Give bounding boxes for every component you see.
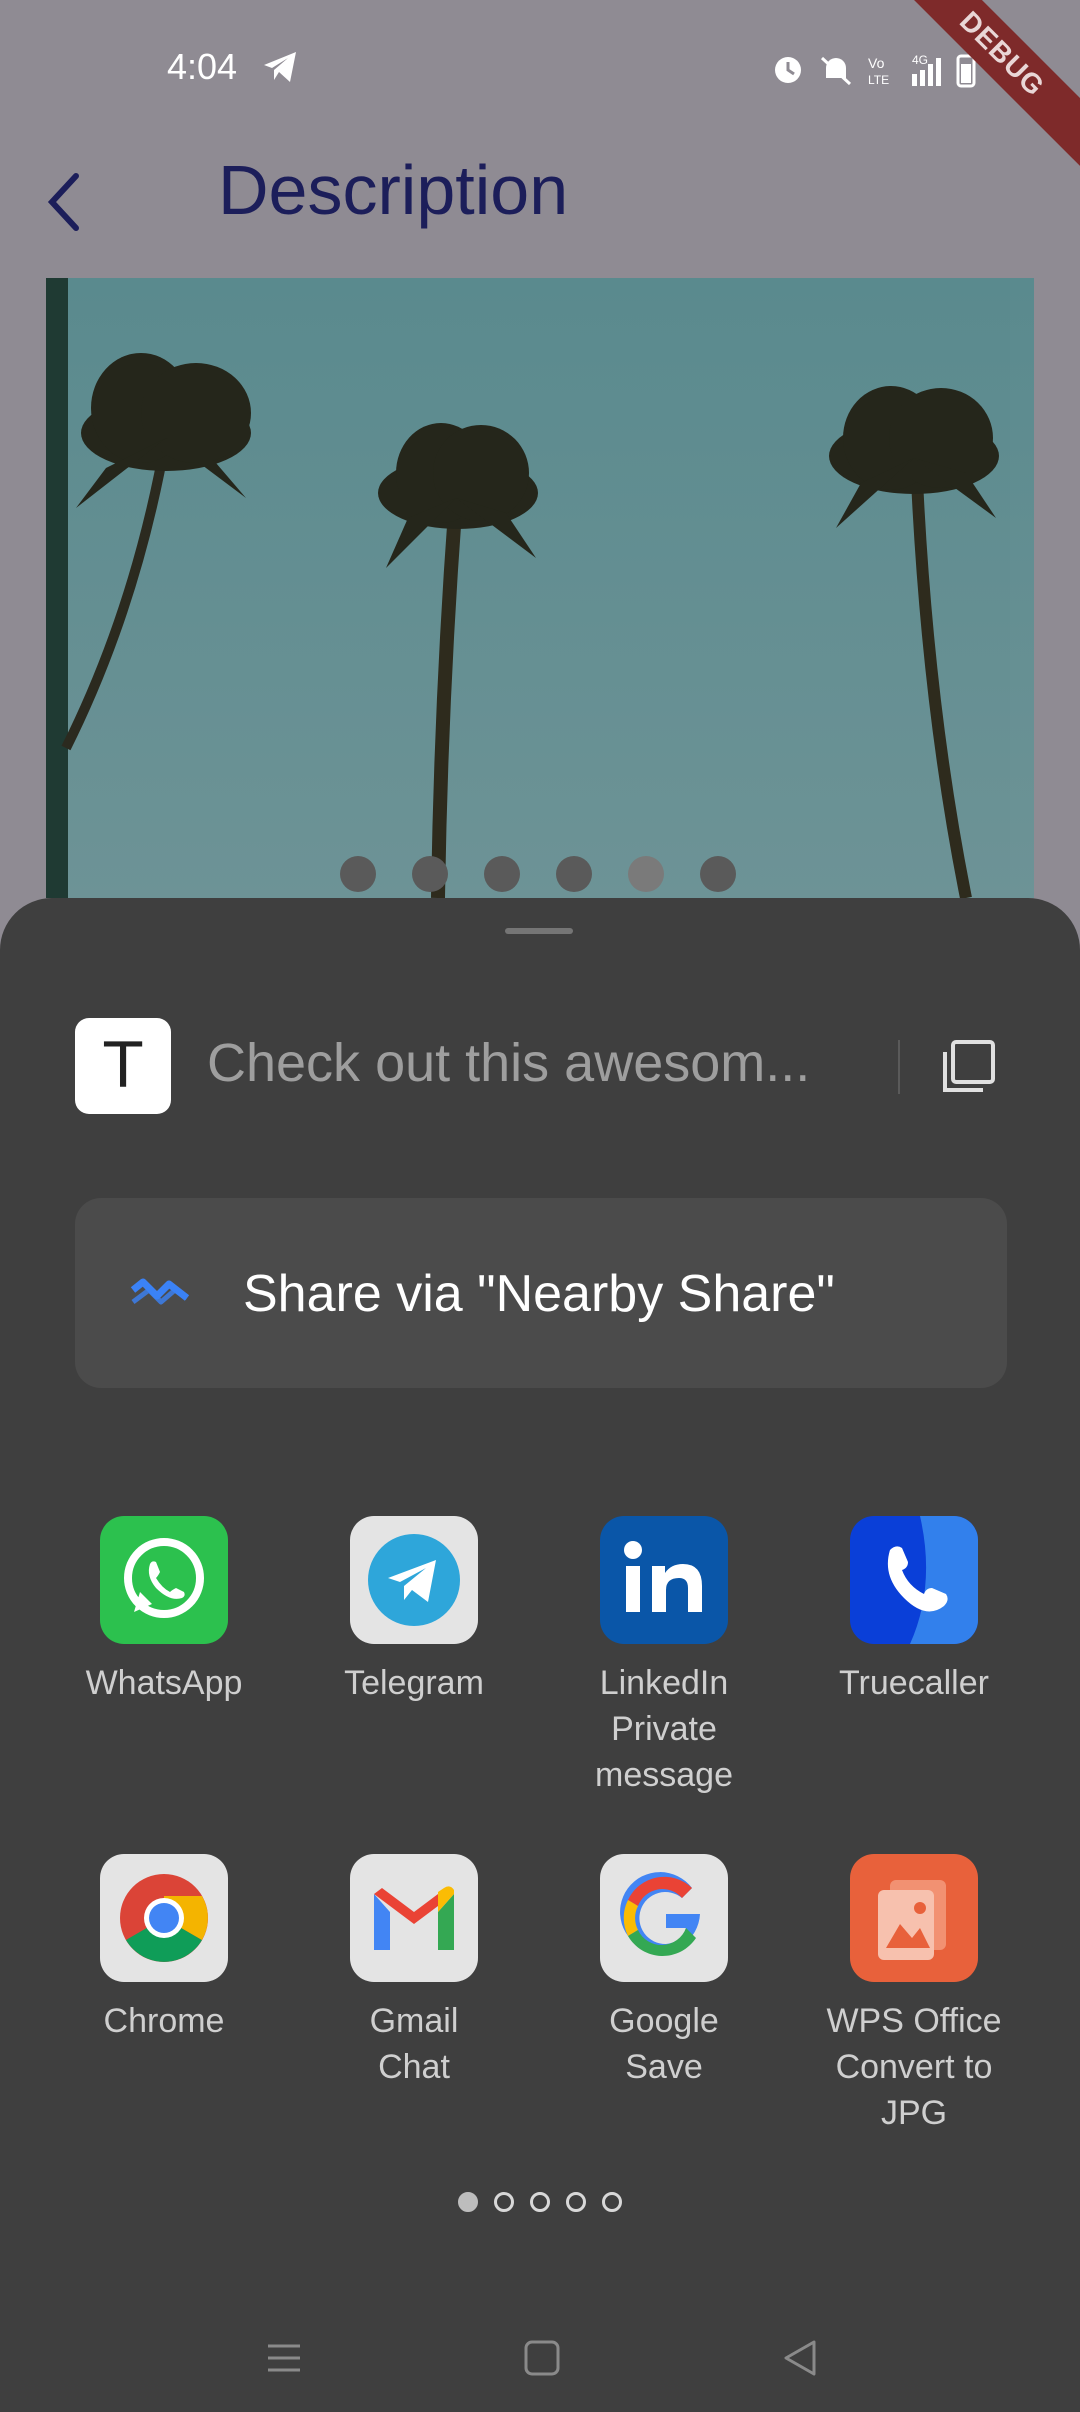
status-time: 4:04 xyxy=(167,46,238,87)
share-target-label: Telegram xyxy=(344,1664,484,1702)
carousel-dot[interactable] xyxy=(484,856,520,892)
copy-button[interactable] xyxy=(937,1036,999,1098)
carousel-dot[interactable] xyxy=(340,856,376,892)
nearby-share-button[interactable]: Share via "Nearby Share" xyxy=(75,1198,1007,1388)
share-target-label: Google Save xyxy=(609,2002,719,2086)
back-button[interactable] xyxy=(36,162,96,242)
chrome-icon xyxy=(100,1854,228,1982)
google-icon xyxy=(600,1854,728,1982)
back-nav-button[interactable] xyxy=(780,2338,820,2383)
page-dot-active[interactable] xyxy=(458,2192,478,2212)
share-target-label: LinkedIn Private message xyxy=(595,1664,733,1794)
menu-icon xyxy=(268,2344,300,2372)
volte-icon: Vo LTE xyxy=(868,55,889,87)
copy-icon xyxy=(943,1040,995,1092)
share-target-label: Chrome xyxy=(103,2002,225,2040)
share-target-linkedin[interactable]: LinkedIn Private message xyxy=(539,1516,789,1798)
carousel-dot[interactable] xyxy=(556,856,592,892)
preview-text: Check out this awesom... xyxy=(207,1033,811,1093)
telegram-notification-icon xyxy=(262,50,298,89)
nearby-share-icon xyxy=(129,1268,191,1323)
home-button[interactable] xyxy=(522,2338,562,2383)
chevron-left-icon xyxy=(47,173,79,231)
telegram-icon xyxy=(350,1516,478,1644)
text-type-icon: T xyxy=(75,1018,171,1114)
palm-trees-image xyxy=(61,278,1034,898)
drag-handle[interactable] xyxy=(505,928,573,934)
product-image[interactable] xyxy=(46,278,1034,898)
carousel-dot[interactable] xyxy=(412,856,448,892)
page-dot[interactable] xyxy=(566,2192,586,2212)
home-square-icon xyxy=(524,2340,560,2376)
signal-icon: 4G xyxy=(912,53,941,86)
page-dot[interactable] xyxy=(602,2192,622,2212)
linkedin-icon xyxy=(600,1516,728,1644)
share-target-label: Truecaller xyxy=(839,1664,989,1702)
share-target-chrome[interactable]: Chrome xyxy=(39,1854,289,2044)
back-triangle-icon xyxy=(784,2340,816,2376)
recents-button[interactable] xyxy=(264,2338,304,2383)
shared-text-preview: T Check out this awesom... xyxy=(75,1018,1005,1114)
mute-icon xyxy=(820,56,852,86)
share-target-wps-office[interactable]: WPS Office Convert to JPG xyxy=(789,1854,1039,2136)
share-target-label: Gmail Chat xyxy=(369,2002,459,2086)
system-navigation-bar xyxy=(0,2308,1080,2412)
share-target-label: WPS Office Convert to JPG xyxy=(826,2002,1002,2132)
page-dot[interactable] xyxy=(494,2192,514,2212)
battery-icon xyxy=(956,54,976,88)
svg-text:Vo: Vo xyxy=(868,55,885,71)
page-dot[interactable] xyxy=(530,2192,550,2212)
truecaller-icon xyxy=(850,1516,978,1644)
carousel-dot-active[interactable] xyxy=(628,856,664,892)
nearby-share-label: Share via "Nearby Share" xyxy=(243,1265,835,1323)
share-target-whatsapp[interactable]: WhatsApp xyxy=(39,1516,289,1706)
carousel-dot[interactable] xyxy=(700,856,736,892)
wps-office-icon xyxy=(850,1854,978,1982)
whatsapp-icon xyxy=(100,1516,228,1644)
share-target-truecaller[interactable]: Truecaller xyxy=(789,1516,1039,1706)
share-target-telegram[interactable]: Telegram xyxy=(289,1516,539,1706)
share-target-label: WhatsApp xyxy=(85,1664,243,1702)
svg-text:LTE: LTE xyxy=(868,73,889,87)
divider xyxy=(898,1040,900,1094)
page-title: Description xyxy=(218,151,569,229)
svg-text:4G: 4G xyxy=(912,53,928,67)
app-bar: Description xyxy=(0,110,1080,278)
share-target-gmail[interactable]: Gmail Chat xyxy=(289,1854,539,2090)
gmail-icon xyxy=(350,1854,478,1982)
share-target-google[interactable]: Google Save xyxy=(539,1854,789,2090)
alarm-icon xyxy=(775,57,801,83)
share-sheet: T Check out this awesom... Share via "Ne… xyxy=(0,898,1080,2412)
